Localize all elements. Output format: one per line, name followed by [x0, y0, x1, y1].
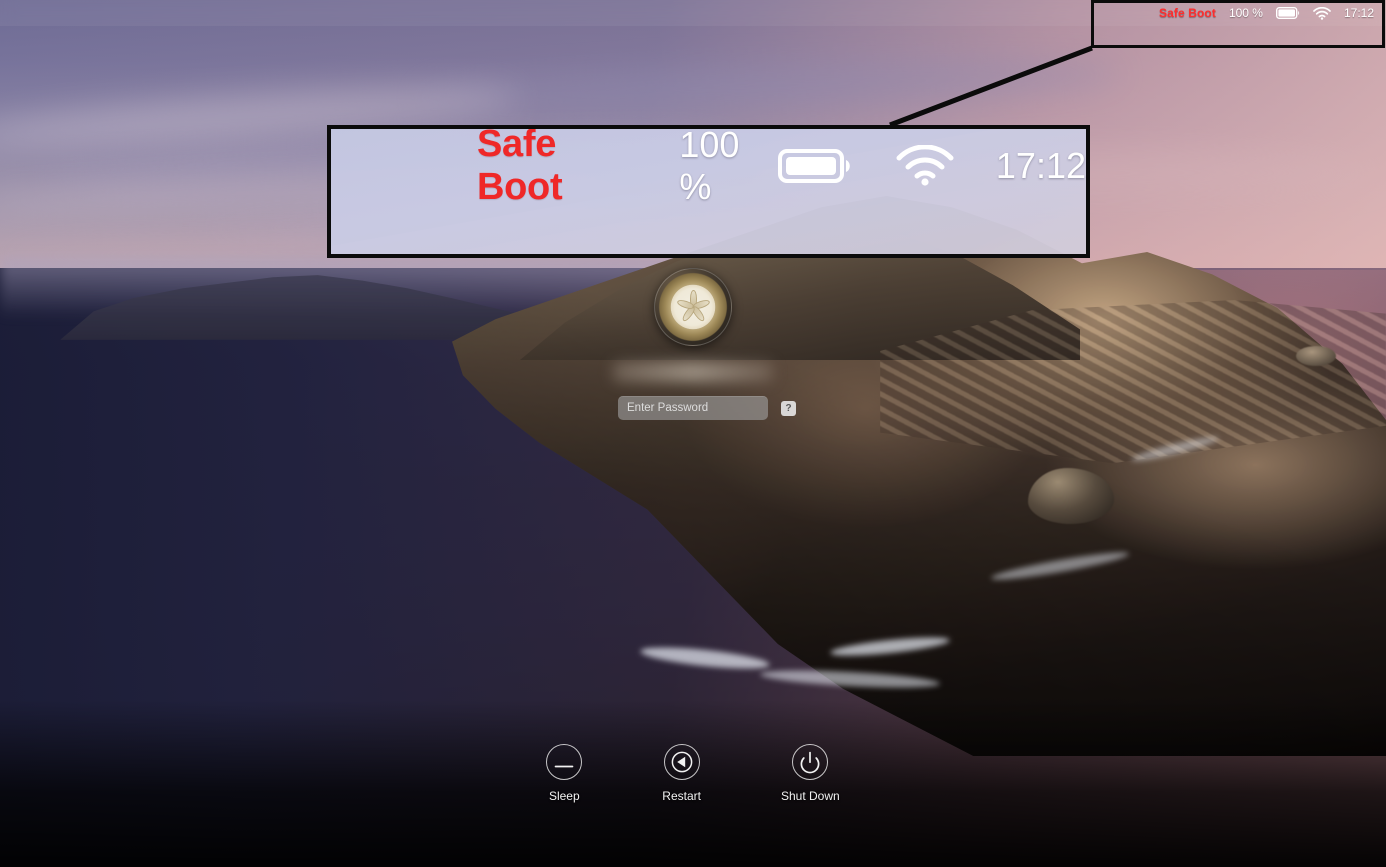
password-hint-button[interactable]: ? — [781, 400, 796, 416]
menubar-zoom-callout: Safe Boot 100 % 17:12 — [327, 125, 1090, 258]
shutdown-button[interactable]: Shut Down — [781, 744, 840, 803]
callout-battery-percent: 100 % — [679, 125, 740, 207]
sand-dollar-pattern — [674, 288, 712, 326]
username-label-redacted — [613, 362, 773, 382]
menubar-highlight-rect — [1091, 0, 1385, 48]
callout-clock: 17:12 — [995, 145, 1086, 186]
wifi-icon — [896, 145, 954, 187]
password-field-row[interactable]: ? — [618, 396, 796, 420]
restart-icon — [663, 744, 700, 780]
restart-label: Restart — [662, 789, 701, 803]
callout-safe-boot-label: Safe Boot — [477, 125, 563, 208]
password-input[interactable] — [627, 402, 781, 414]
power-icon — [792, 744, 829, 780]
shutdown-label: Shut Down — [780, 789, 840, 803]
sand-dollar-avatar[interactable] — [654, 268, 732, 346]
sleep-icon — [546, 744, 583, 780]
battery-full-icon — [777, 147, 854, 185]
restart-button[interactable]: Restart — [662, 744, 701, 803]
desktop-background: Safe Boot 100 % 17:12 ? Sleep Restart Sh… — [0, 0, 1386, 867]
login-panel: ? — [0, 268, 1386, 420]
power-options-bar: Sleep Restart Shut Down — [0, 744, 1386, 803]
sleep-label: Sleep — [548, 789, 580, 803]
sleep-button[interactable]: Sleep — [546, 744, 583, 803]
